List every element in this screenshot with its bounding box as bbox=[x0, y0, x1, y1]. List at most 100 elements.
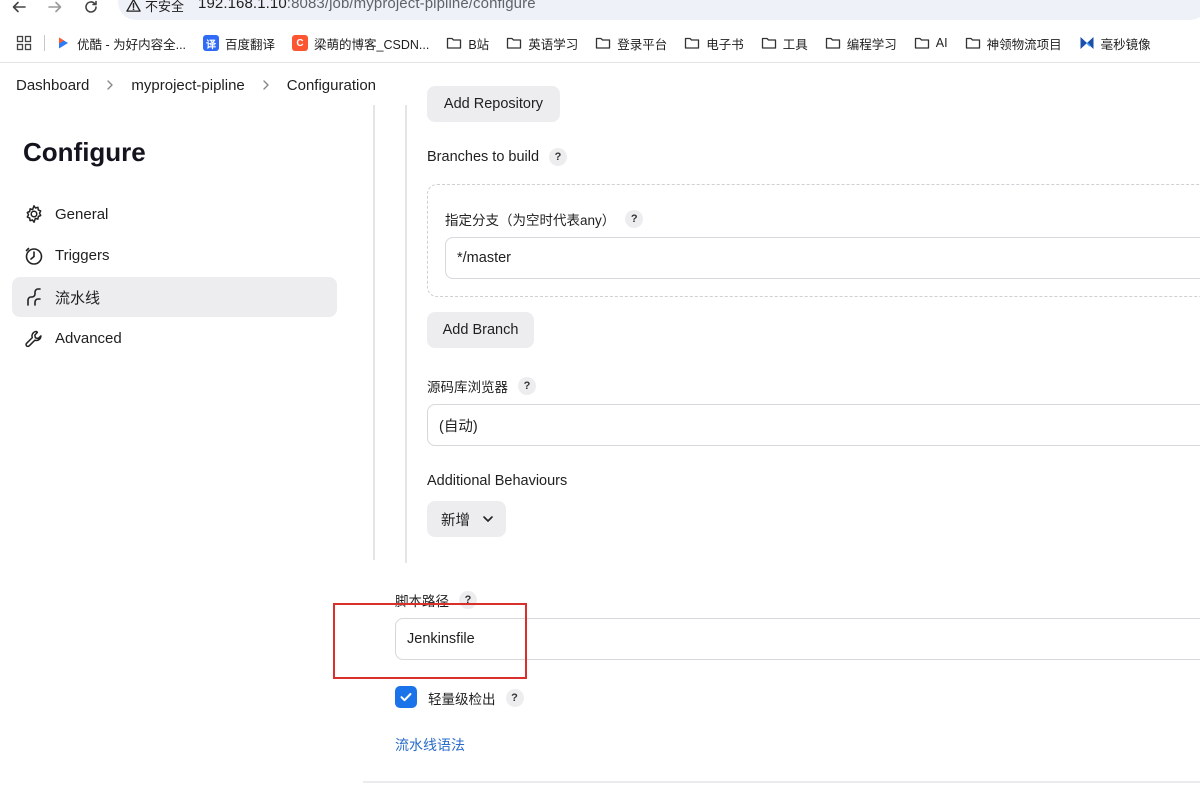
folder-icon bbox=[506, 35, 522, 51]
chevron-right-icon bbox=[103, 78, 117, 92]
help-icon[interactable]: ? bbox=[518, 377, 536, 395]
add-behaviour-label: 新增 bbox=[441, 512, 470, 529]
bookmark-item[interactable]: B站 bbox=[446, 34, 489, 53]
security-indicator[interactable]: 不安全 bbox=[126, 0, 184, 15]
add-repository-button[interactable]: Add Repository bbox=[427, 86, 560, 122]
bookmark-label: 毫秒镜像 bbox=[1100, 37, 1151, 52]
apps-grid-icon bbox=[16, 35, 32, 51]
sidebar-item-label: Advanced bbox=[55, 330, 122, 347]
bookmarks-separator bbox=[44, 35, 45, 51]
security-warning-text: 不安全 bbox=[145, 0, 185, 14]
branches-to-build-label: Branches to build ? bbox=[427, 148, 568, 166]
branches-to-build-text: Branches to build bbox=[427, 149, 540, 165]
warning-triangle-icon bbox=[126, 0, 141, 12]
sidebar-item-label: Triggers bbox=[55, 247, 110, 264]
reload-button[interactable] bbox=[80, 0, 102, 18]
sidebar-item-pipeline[interactable]: 流水线 bbox=[12, 277, 337, 317]
browser-toolbar: 不安全 192.168.1.10:8083/job/myproject-pipl… bbox=[0, 0, 1200, 22]
lightweight-checkout-checkbox[interactable] bbox=[395, 686, 417, 708]
folder-icon bbox=[595, 35, 611, 51]
arrow-right-icon bbox=[48, 1, 62, 13]
bookmark-item[interactable]: 神领物流项目 bbox=[965, 34, 1062, 53]
bookmark-item[interactable]: 译百度翻译 bbox=[203, 34, 275, 53]
csdn-icon: C bbox=[292, 35, 309, 51]
breadcrumb-job[interactable]: myproject-pipline bbox=[131, 77, 244, 94]
reload-icon bbox=[85, 0, 97, 13]
help-icon[interactable]: ? bbox=[505, 689, 524, 707]
bookmark-item[interactable]: 登录平台 bbox=[595, 34, 667, 53]
folder-icon bbox=[446, 35, 462, 51]
arrow-left-icon bbox=[12, 1, 26, 13]
branch-specifier-input[interactable]: */master bbox=[445, 237, 1200, 279]
page-title: Configure bbox=[23, 137, 146, 167]
breadcrumb-configuration[interactable]: Configuration bbox=[287, 77, 376, 94]
folder-icon bbox=[825, 35, 841, 51]
help-icon[interactable]: ? bbox=[549, 148, 568, 166]
branch-specifier-text: 指定分支（为空时代表any） bbox=[445, 213, 616, 228]
sidebar-item-label: General bbox=[55, 205, 109, 223]
apps-button[interactable] bbox=[15, 34, 33, 52]
youku-icon bbox=[55, 35, 71, 51]
highlight-annotation-box bbox=[333, 603, 527, 679]
folder-icon bbox=[914, 35, 930, 51]
additional-behaviours-text: Additional Behaviours bbox=[427, 473, 568, 489]
chrome-divider bbox=[0, 62, 1200, 63]
bookmark-label: 百度翻译 bbox=[225, 37, 276, 52]
url-host: 192.168.1.10 bbox=[198, 0, 287, 12]
config-sections-nav: General Triggers 流水线 Advanced bbox=[12, 194, 337, 360]
sidebar-item-advanced[interactable]: Advanced bbox=[12, 319, 337, 359]
bookmark-item[interactable]: C 梁萌的博客_CSDN... bbox=[292, 34, 429, 53]
bookmarks-bar: 优酷 - 为好内容全... 译百度翻译 C 梁萌的博客_CSDN... B站 英语学习 登录… bbox=[0, 30, 1200, 56]
bookmark-label: 工具 bbox=[782, 37, 808, 52]
bookmark-item[interactable]: 编程学习 bbox=[825, 34, 897, 53]
sidebar-item-label: 流水线 bbox=[55, 289, 101, 307]
back-button[interactable] bbox=[8, 0, 30, 18]
url-text[interactable]: 192.168.1.10:8083/job/myproject-pipline/… bbox=[198, 0, 536, 12]
bookmark-item[interactable]: 优酷 - 为好内容全... bbox=[55, 34, 186, 53]
bookmark-label: 编程学习 bbox=[846, 37, 897, 52]
bookmark-label: 梁萌的博客_CSDN... bbox=[314, 37, 430, 52]
bookmark-label: 神领物流项目 bbox=[986, 37, 1062, 52]
bookmark-item[interactable]: 毫秒镜像 bbox=[1079, 34, 1151, 53]
bookmark-label: B站 bbox=[468, 37, 490, 52]
add-branch-button[interactable]: Add Branch bbox=[427, 312, 534, 348]
bottom-action-bar-edge bbox=[363, 781, 1200, 783]
sidebar-item-general[interactable]: General bbox=[12, 194, 337, 234]
bookmark-label: 英语学习 bbox=[528, 37, 579, 52]
clock-icon bbox=[23, 245, 45, 267]
chevron-right-icon bbox=[259, 78, 273, 92]
bookmark-item[interactable]: 英语学习 bbox=[506, 34, 578, 53]
lightweight-checkout-label: 轻量级检出 ? bbox=[428, 688, 524, 708]
section-indent-rule bbox=[373, 105, 375, 560]
wrench-icon bbox=[23, 328, 45, 350]
bookmark-list: 优酷 - 为好内容全... 译百度翻译 C 梁萌的博客_CSDN... B站 英语学习 登录… bbox=[55, 34, 1168, 53]
bookmark-item[interactable]: AI bbox=[914, 35, 948, 51]
breadcrumb-dashboard[interactable]: Dashboard bbox=[16, 77, 89, 94]
bookmark-label: AI bbox=[935, 36, 948, 50]
lightweight-checkout-text[interactable]: 轻量级检出 bbox=[428, 688, 496, 708]
breadcrumb: Dashboard myproject-pipline Configuratio… bbox=[16, 76, 376, 94]
chevron-down-icon bbox=[483, 516, 493, 522]
add-behaviour-dropdown[interactable]: 新增 bbox=[427, 501, 506, 537]
bookmark-item[interactable]: 电子书 bbox=[684, 34, 744, 53]
folder-icon bbox=[761, 35, 777, 51]
baidu-translate-icon: 译 bbox=[203, 35, 220, 51]
repo-browser-text: 源码库浏览器 bbox=[427, 380, 508, 395]
sidebar-item-triggers[interactable]: Triggers bbox=[12, 236, 337, 276]
checkmark-icon bbox=[400, 693, 412, 702]
branch-specifier-label: 指定分支（为空时代表any） ? bbox=[445, 209, 644, 229]
pipeline-icon bbox=[23, 286, 45, 308]
bookmark-item[interactable]: 工具 bbox=[761, 34, 808, 53]
repo-browser-label: 源码库浏览器 ? bbox=[427, 376, 536, 396]
url-path: :8083/job/myproject-pipline/configure bbox=[286, 0, 536, 12]
haomiao-icon bbox=[1079, 35, 1095, 51]
forward-button[interactable] bbox=[44, 0, 66, 18]
gear-icon bbox=[23, 203, 45, 225]
scm-indent-rule bbox=[405, 105, 407, 563]
help-icon[interactable]: ? bbox=[625, 210, 644, 228]
bookmark-label: 登录平台 bbox=[617, 37, 668, 52]
pipeline-syntax-link[interactable]: 流水线语法 bbox=[395, 735, 465, 755]
bookmark-label: 优酷 - 为好内容全... bbox=[77, 37, 187, 52]
folder-icon bbox=[965, 35, 981, 51]
repo-browser-select[interactable]: (自动) bbox=[427, 404, 1200, 446]
